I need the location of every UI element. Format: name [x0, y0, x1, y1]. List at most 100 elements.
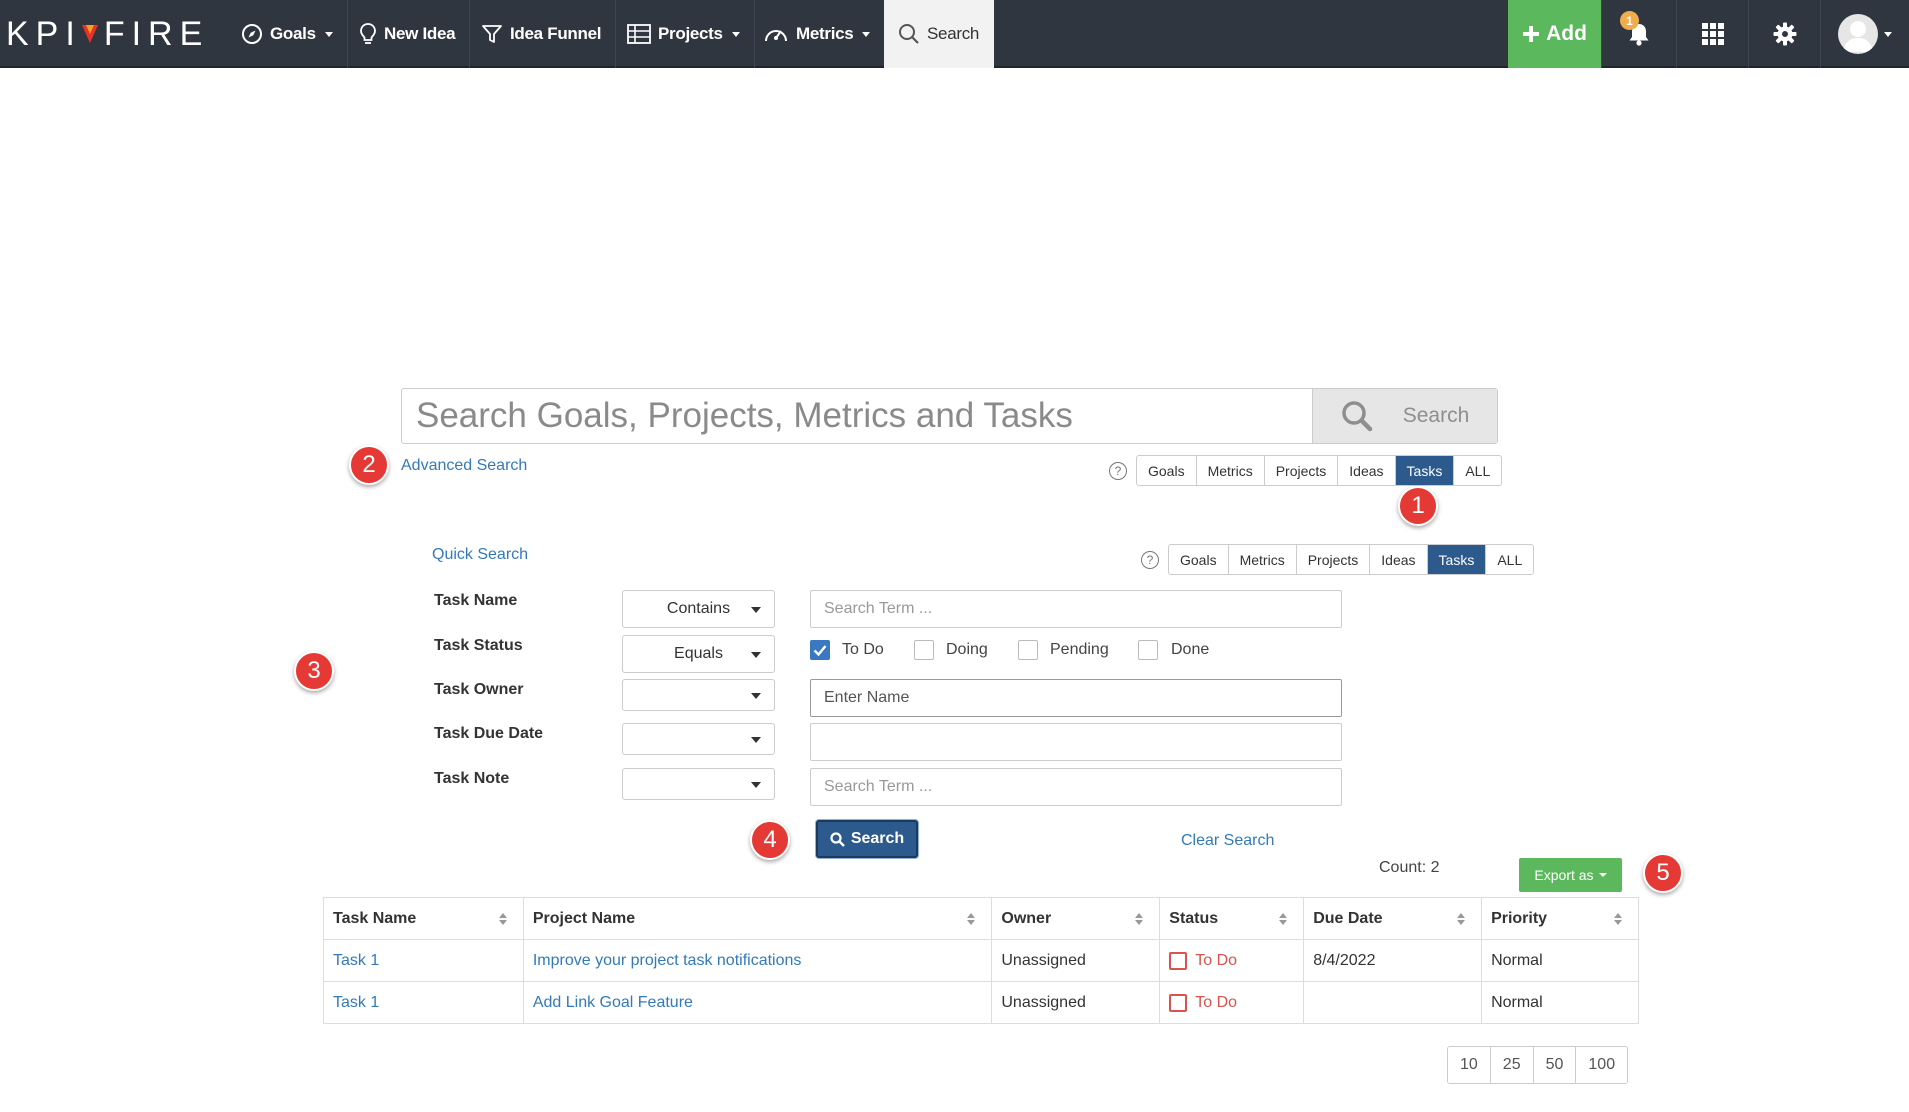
export-button[interactable]: Export as: [1519, 858, 1622, 892]
status-doing-checkbox[interactable]: [914, 640, 934, 660]
status-pending-checkbox[interactable]: [1018, 640, 1038, 660]
advanced-search-button-label: Search: [850, 830, 905, 847]
project-link[interactable]: Improve your project task notifications: [533, 952, 802, 969]
scope-projects[interactable]: Projects: [1297, 545, 1371, 574]
task-due-date-input[interactable]: [810, 723, 1342, 761]
task-due-date-operator-select[interactable]: [622, 723, 775, 755]
status-checkbox-icon: [1169, 993, 1188, 1012]
chevron-down-icon: [751, 652, 761, 658]
logo-text-left: KPI: [6, 14, 82, 53]
cell-status: To Do: [1159, 939, 1305, 982]
status-done-checkbox[interactable]: [1138, 640, 1158, 660]
sort-icon: [1279, 913, 1288, 925]
nav-goals[interactable]: Goals: [227, 0, 348, 68]
column-header-owner[interactable]: Owner: [991, 897, 1161, 940]
settings-button[interactable]: [1748, 0, 1820, 68]
notifications-button[interactable]: [1601, 0, 1676, 68]
nav-search[interactable]: Search: [884, 0, 994, 68]
status-indicator[interactable]: To Do: [1169, 993, 1294, 1012]
column-header-task-name[interactable]: Task Name: [323, 897, 524, 940]
scope-metrics[interactable]: Metrics: [1197, 456, 1265, 485]
global-search-bar: Search: [401, 388, 1498, 444]
page-size-50[interactable]: 50: [1533, 1047, 1577, 1083]
cell-due-date: [1303, 981, 1483, 1024]
help-icon[interactable]: ?: [1141, 551, 1159, 569]
task-status-label: Task Status: [434, 637, 523, 654]
task-owner-operator-select[interactable]: [622, 679, 775, 711]
cell-project-name: Improve your project task notifications: [522, 939, 993, 982]
status-indicator[interactable]: To Do: [1169, 951, 1294, 970]
compass-icon: [242, 24, 262, 44]
advanced-search-button[interactable]: Search: [816, 820, 918, 858]
task-status-operator-select[interactable]: Equals: [622, 635, 775, 673]
column-header-priority[interactable]: Priority: [1481, 897, 1639, 940]
scope-projects[interactable]: Projects: [1265, 456, 1339, 485]
nav-metrics[interactable]: Metrics: [749, 0, 886, 68]
page-size-selector: 10 25 50 100: [1447, 1046, 1629, 1084]
scope-tasks[interactable]: Tasks: [1395, 456, 1455, 485]
nav-projects[interactable]: Projects: [613, 0, 755, 68]
status-todo-label: To Do: [842, 641, 884, 658]
nav-search-label: Search: [927, 24, 980, 43]
task-owner-input[interactable]: [810, 679, 1342, 717]
clear-search-link[interactable]: Clear Search: [1181, 832, 1274, 850]
task-note-operator-select[interactable]: [622, 768, 775, 800]
page-size-10[interactable]: 10: [1448, 1047, 1491, 1083]
status-checkbox-icon: [1169, 951, 1188, 970]
column-header-due-date[interactable]: Due Date: [1303, 897, 1483, 940]
help-icon[interactable]: ?: [1109, 462, 1127, 480]
lightbulb-icon: [360, 23, 376, 44]
nav-new-idea[interactable]: New Idea: [345, 0, 471, 68]
scope-ideas[interactable]: Ideas: [1338, 456, 1396, 485]
scope-tasks[interactable]: Tasks: [1427, 545, 1487, 574]
table-row: Task 1 Add Link Goal Feature Unassigned …: [323, 981, 1639, 1024]
quick-search-link[interactable]: Quick Search: [432, 546, 528, 564]
status-doing-label: Doing: [946, 641, 988, 658]
advanced-search-link[interactable]: Advanced Search: [401, 457, 527, 475]
scope-goals[interactable]: Goals: [1169, 545, 1229, 574]
scope-all[interactable]: ALL: [1486, 545, 1533, 574]
cell-status: To Do: [1159, 981, 1305, 1024]
scope-metrics[interactable]: Metrics: [1229, 545, 1297, 574]
add-button-label: Add: [1546, 22, 1587, 45]
chevron-down-icon: [324, 31, 333, 37]
global-search-input[interactable]: [402, 389, 1312, 443]
global-search-button[interactable]: Search: [1312, 389, 1497, 443]
nav-idea-funnel[interactable]: Idea Funnel: [467, 0, 617, 68]
project-link[interactable]: Add Link Goal Feature: [533, 994, 693, 1011]
chevron-down-icon: [751, 607, 761, 613]
page-size-100[interactable]: 100: [1576, 1047, 1628, 1083]
funnel-icon: [482, 25, 502, 43]
status-todo-checkbox[interactable]: [810, 640, 830, 660]
task-note-label: Task Note: [434, 770, 510, 787]
column-header-status[interactable]: Status: [1159, 897, 1305, 940]
kpifire-logo[interactable]: KPI FIRE: [6, 12, 209, 56]
task-note-input[interactable]: [810, 768, 1342, 806]
scope-goals[interactable]: Goals: [1137, 456, 1197, 485]
top-navbar: KPI FIRE Goals New Idea Idea Funnel Proje…: [0, 0, 1909, 68]
annotation-marker-4: 4: [750, 820, 790, 860]
column-header-project-name[interactable]: Project Name: [522, 897, 993, 940]
chevron-down-icon: [751, 693, 761, 699]
results-table: Task Name Project Name Owner Status Due …: [323, 897, 1639, 1024]
scope-all[interactable]: ALL: [1454, 456, 1501, 485]
sort-icon: [1457, 913, 1466, 925]
table-header-row: Task Name Project Name Owner Status Due …: [323, 897, 1639, 940]
user-menu-button[interactable]: [1820, 0, 1909, 68]
task-link[interactable]: Task 1: [333, 994, 379, 1011]
page-size-25[interactable]: 25: [1490, 1047, 1534, 1083]
task-status-operator-value: Equals: [674, 645, 723, 662]
annotation-marker-2: 2: [349, 445, 389, 485]
search-icon: [899, 24, 919, 44]
task-link[interactable]: Task 1: [333, 952, 379, 969]
scope-ideas[interactable]: Ideas: [1370, 545, 1428, 574]
task-name-input[interactable]: [810, 590, 1342, 628]
annotation-marker-1: 1: [1398, 486, 1438, 526]
apps-grid-button[interactable]: [1676, 0, 1748, 68]
sort-icon: [1614, 913, 1622, 925]
cell-task-name: Task 1: [323, 981, 524, 1024]
task-name-operator-select[interactable]: Contains: [622, 590, 775, 628]
projects-list-icon: [627, 24, 651, 44]
add-button[interactable]: Add: [1508, 0, 1601, 68]
cell-due-date: 8/4/2022: [1303, 939, 1483, 982]
